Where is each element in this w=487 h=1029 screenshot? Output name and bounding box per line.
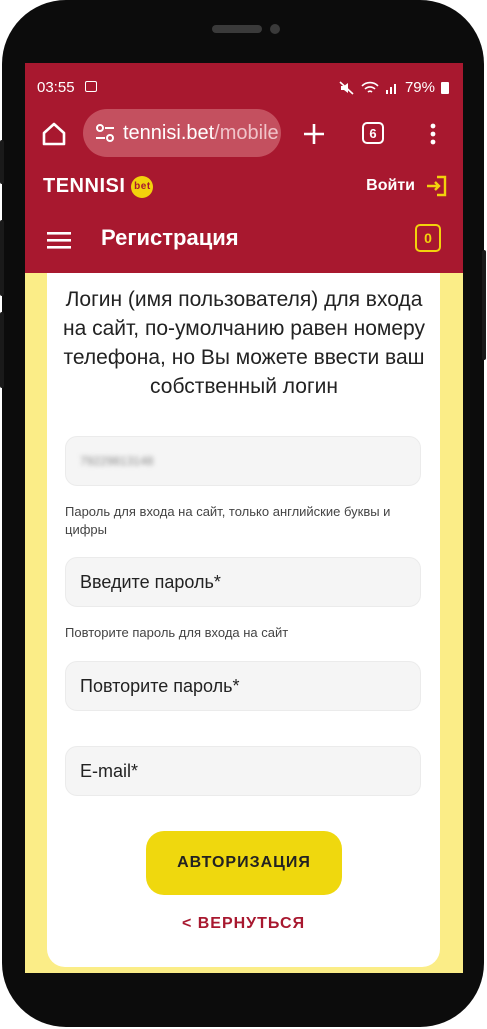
browser-bar: tennisi.bet/mobile 6 <box>25 109 463 161</box>
more-icon[interactable] <box>423 121 443 147</box>
password-placeholder: Введите пароль* <box>80 571 221 592</box>
back-link[interactable]: < ВЕРНУТЬСЯ <box>47 915 440 933</box>
page-title: Регистрация <box>101 225 239 250</box>
url-host: tennisi.bet <box>123 121 215 144</box>
status-icons: 79% <box>339 79 449 96</box>
top-bar: 03:55 79% tennisi.bet/mobile 6 TENNISI b… <box>25 63 463 273</box>
tabs-button[interactable]: 6 <box>362 122 384 144</box>
side-button <box>0 312 4 388</box>
login-info-text: Логин (имя пользователя) для входа на са… <box>63 288 425 398</box>
password-field[interactable]: Введите пароль* <box>65 557 421 607</box>
wifi-icon <box>361 81 379 93</box>
speaker <box>212 25 262 33</box>
email-placeholder: E-mail* <box>80 760 139 781</box>
repeat-password-hint: Повторите пароль для входа на сайт <box>65 625 289 640</box>
logo-text: TENNISI <box>43 175 126 197</box>
betslip-button[interactable]: 0 <box>415 224 441 252</box>
image-icon <box>85 81 97 92</box>
battery-percent: 79% <box>404 79 435 96</box>
nav-row: Регистрация 0 <box>25 211 463 273</box>
battery-icon <box>441 81 449 94</box>
side-button <box>482 250 486 360</box>
logo-badge: bet <box>131 175 154 198</box>
url-bar[interactable]: tennisi.bet/mobile <box>83 109 281 157</box>
signal-icon <box>385 83 396 94</box>
status-bar: 03:55 79% <box>25 63 463 109</box>
login-link[interactable]: Войти <box>366 175 447 197</box>
registration-card: Логин (имя пользователя) для входа на са… <box>47 273 440 967</box>
login-label: Войти <box>366 177 415 194</box>
email-field[interactable]: E-mail* <box>65 746 421 796</box>
url-path: /mobile <box>214 121 279 144</box>
repeat-password-placeholder: Повторите пароль* <box>80 675 240 696</box>
side-button <box>0 140 4 184</box>
brand-row: TENNISI bet Войти <box>25 161 463 211</box>
login-icon <box>427 175 447 197</box>
login-field[interactable]: 79229813148 <box>65 436 421 486</box>
home-icon[interactable] <box>41 121 67 147</box>
auth-button[interactable]: АВТОРИЗАЦИЯ <box>146 831 342 895</box>
mute-icon <box>339 80 354 95</box>
new-tab-icon[interactable] <box>301 121 327 147</box>
side-button <box>0 220 4 296</box>
camera <box>270 24 280 34</box>
login-value: 79229813148 <box>80 454 154 468</box>
menu-icon[interactable] <box>47 231 71 249</box>
status-time: 03:55 <box>37 79 75 96</box>
repeat-password-field[interactable]: Повторите пароль* <box>65 661 421 711</box>
password-hint: Пароль для входа на сайт, только английс… <box>65 504 391 537</box>
logo[interactable]: TENNISI bet <box>43 175 154 198</box>
site-settings-icon[interactable] <box>95 124 115 142</box>
screen: 03:55 79% tennisi.bet/mobile 6 TENNISI b… <box>25 63 463 973</box>
